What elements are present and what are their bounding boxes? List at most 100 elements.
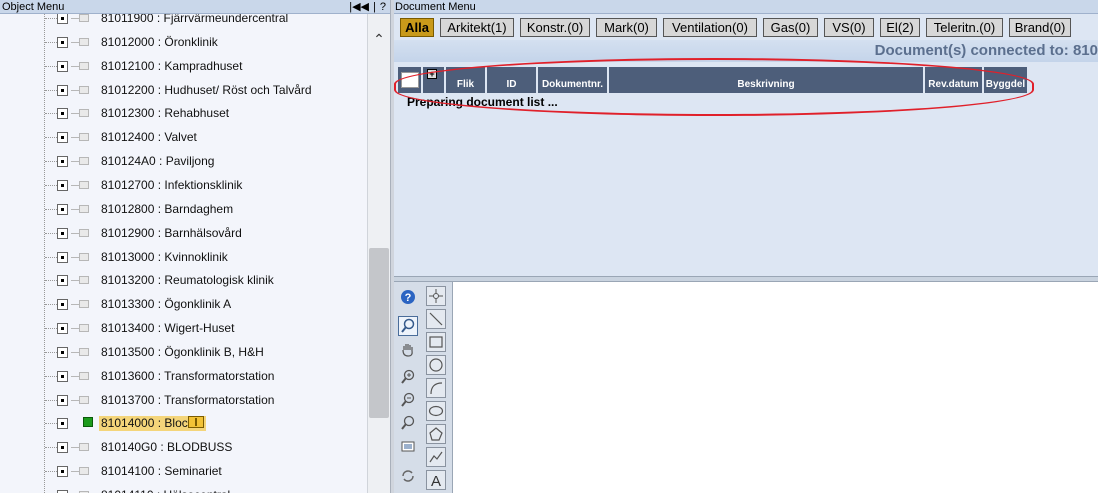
tree-item[interactable]: 81013700 : Transformatorstation [0, 389, 367, 413]
tree-item[interactable]: 81013400 : Wigert-Huset [0, 317, 367, 341]
filter-teleritn-button[interactable]: Teleritn.(0) [926, 18, 1003, 37]
tree-item-label[interactable]: 81012400 : Valvet [99, 130, 199, 145]
help-icon[interactable]: ? [398, 287, 418, 307]
expand-toggle-icon[interactable] [57, 132, 68, 144]
expand-toggle-icon[interactable] [57, 442, 68, 454]
tree-item-label[interactable]: 81013500 : Ögonklinik B, H&H [99, 345, 266, 360]
filter-gas-button[interactable]: Gas(0) [763, 18, 818, 37]
scroll-up-icon[interactable]: ⌃ [368, 28, 390, 50]
tree-item[interactable]: 81013300 : Ögonklinik A [0, 293, 367, 317]
tree-item-label[interactable]: 81013300 : Ögonklinik A [99, 297, 233, 312]
expand-all-icon[interactable]: + [427, 69, 437, 79]
zoom-icon[interactable] [398, 316, 418, 336]
tree-item-label[interactable]: 81013000 : Kvinnoklinik [99, 250, 230, 265]
tree-item-label[interactable]: 81012000 : Öronklinik [99, 35, 220, 50]
filter-ventilation-button[interactable]: Ventilation(0) [663, 18, 757, 37]
tree-item-label[interactable]: 81014100 : Seminariet [99, 464, 224, 479]
documents-book-icon[interactable] [188, 416, 204, 429]
expand-toggle-icon[interactable] [57, 394, 68, 406]
tree-item[interactable]: 81012300 : Rehabhuset [0, 102, 367, 126]
expand-toggle-icon[interactable] [57, 251, 68, 263]
tree-item-label[interactable]: 81013600 : Transformatorstation [99, 369, 276, 384]
drawing-canvas[interactable] [452, 282, 1098, 493]
refresh-icon[interactable] [398, 466, 418, 486]
tree-item[interactable]: 810124A0 : Paviljong [0, 150, 367, 174]
select-all-checkbox[interactable] [401, 72, 419, 88]
expand-toggle-icon[interactable] [57, 418, 68, 430]
tree-item-label[interactable]: 81012300 : Rehabhuset [99, 106, 231, 121]
rectangle-icon[interactable] [426, 332, 446, 352]
polyline-icon[interactable] [426, 447, 446, 467]
tree-item[interactable]: 81013500 : Ögonklinik B, H&H [0, 341, 367, 365]
column-beskrivning[interactable]: Beskrivning [609, 67, 924, 93]
zoom-window-icon[interactable] [398, 413, 418, 433]
tree-item-label[interactable]: 81013700 : Transformatorstation [99, 393, 276, 408]
tree-item-label[interactable]: 81011900 : Fjärrvärmeundercentral [99, 14, 290, 26]
expand-toggle-icon[interactable] [57, 346, 68, 358]
filter-alla-button[interactable]: Alla [400, 18, 434, 37]
column-dokumentnr[interactable]: Dokumentnr. [538, 67, 608, 93]
filter-mark-button[interactable]: Mark(0) [596, 18, 657, 37]
tree-item[interactable]: 81012900 : Barnhälsovård [0, 222, 367, 246]
expand-toggle-icon[interactable] [57, 108, 68, 120]
column-byggdel[interactable]: Byggdel [984, 67, 1028, 93]
expand-toggle-icon[interactable] [57, 84, 68, 96]
tree-item[interactable]: 81012000 : Öronklinik [0, 31, 367, 55]
filter-arkitekt-button[interactable]: Arkitekt(1) [440, 18, 514, 37]
tree-item-label[interactable]: 81013400 : Wigert-Huset [99, 321, 236, 336]
select-icon[interactable] [426, 286, 446, 306]
tree-item[interactable]: 81014100 : Seminariet [0, 460, 367, 484]
expand-toggle-icon[interactable] [57, 466, 68, 478]
tree-item[interactable]: 81011900 : Fjärrvärmeundercentral [0, 14, 367, 31]
tree-item[interactable]: 81014000 : Blocket [0, 412, 367, 436]
tree-item[interactable]: 81012100 : Kampradhuset [0, 55, 367, 79]
tree-item-label[interactable]: 81014110 : Hälsocentral [99, 488, 232, 493]
tree-item[interactable]: 81013000 : Kvinnoklinik [0, 246, 367, 270]
tree-item-label[interactable]: 810124A0 : Paviljong [99, 154, 216, 169]
expand-toggle-icon[interactable] [57, 14, 68, 24]
filter-brand-button[interactable]: Brand(0) [1009, 18, 1071, 37]
expand-toggle-icon[interactable] [57, 203, 68, 215]
filter-vs-button[interactable]: VS(0) [824, 18, 874, 37]
scroll-thumb[interactable] [369, 248, 389, 418]
tree-item[interactable]: 81012400 : Valvet [0, 126, 367, 150]
tree-item[interactable]: 81012200 : Hudhuset/ Röst och Talvård [0, 79, 367, 103]
expand-toggle-icon[interactable] [57, 60, 68, 72]
expand-toggle-icon[interactable] [57, 36, 68, 48]
expand-toggle-icon[interactable] [57, 179, 68, 191]
tree-item-label[interactable]: 81012200 : Hudhuset/ Röst och Talvård [99, 83, 314, 98]
expand-toggle-icon[interactable] [57, 370, 68, 382]
help-button[interactable]: ? [380, 0, 386, 14]
tree-item-label[interactable]: 81013200 : Reumatologisk klinik [99, 273, 276, 288]
tree-item-label[interactable]: 81012100 : Kampradhuset [99, 59, 244, 74]
column-rev-datum[interactable]: Rev.datum [925, 67, 983, 93]
zoom-out-icon[interactable] [398, 390, 418, 410]
line-icon[interactable] [426, 309, 446, 329]
tree-item[interactable]: 81012800 : Barndaghem [0, 198, 367, 222]
tree-scrollbar[interactable]: ⌃ [367, 14, 390, 493]
zoom-in-icon[interactable] [398, 367, 418, 387]
expand-toggle-icon[interactable] [57, 323, 68, 335]
tree-item[interactable]: 81014110 : Hälsocentral [0, 484, 367, 493]
ellipse-icon[interactable] [426, 401, 446, 421]
pan-hand-icon[interactable] [398, 339, 418, 359]
circle-icon[interactable] [426, 355, 446, 375]
tree-item[interactable]: 81013200 : Reumatologisk klinik [0, 269, 367, 293]
tree-item-label[interactable]: 81012900 : Barnhälsovård [99, 226, 244, 241]
tree-item[interactable]: 81013600 : Transformatorstation [0, 365, 367, 389]
tree-item-label[interactable]: 81012700 : Infektionsklinik [99, 178, 244, 193]
fit-page-icon[interactable] [398, 437, 418, 457]
column-flik[interactable]: Flik [446, 67, 486, 93]
tree-item-label[interactable]: 810140G0 : BLODBUSS [99, 440, 234, 455]
expand-toggle-icon[interactable] [57, 156, 68, 168]
text-icon[interactable]: A [426, 470, 446, 490]
expand-toggle-icon[interactable] [57, 275, 68, 287]
tree-item-label[interactable]: 81012800 : Barndaghem [99, 202, 235, 217]
arc-icon[interactable] [426, 378, 446, 398]
polygon-icon[interactable] [426, 424, 446, 444]
tree-item[interactable]: 81012700 : Infektionsklinik [0, 174, 367, 198]
expand-toggle-icon[interactable] [57, 299, 68, 311]
tree-item[interactable]: 810140G0 : BLODBUSS [0, 436, 367, 460]
column-id[interactable]: ID [487, 67, 537, 93]
filter-konstr-button[interactable]: Konstr.(0) [520, 18, 590, 37]
